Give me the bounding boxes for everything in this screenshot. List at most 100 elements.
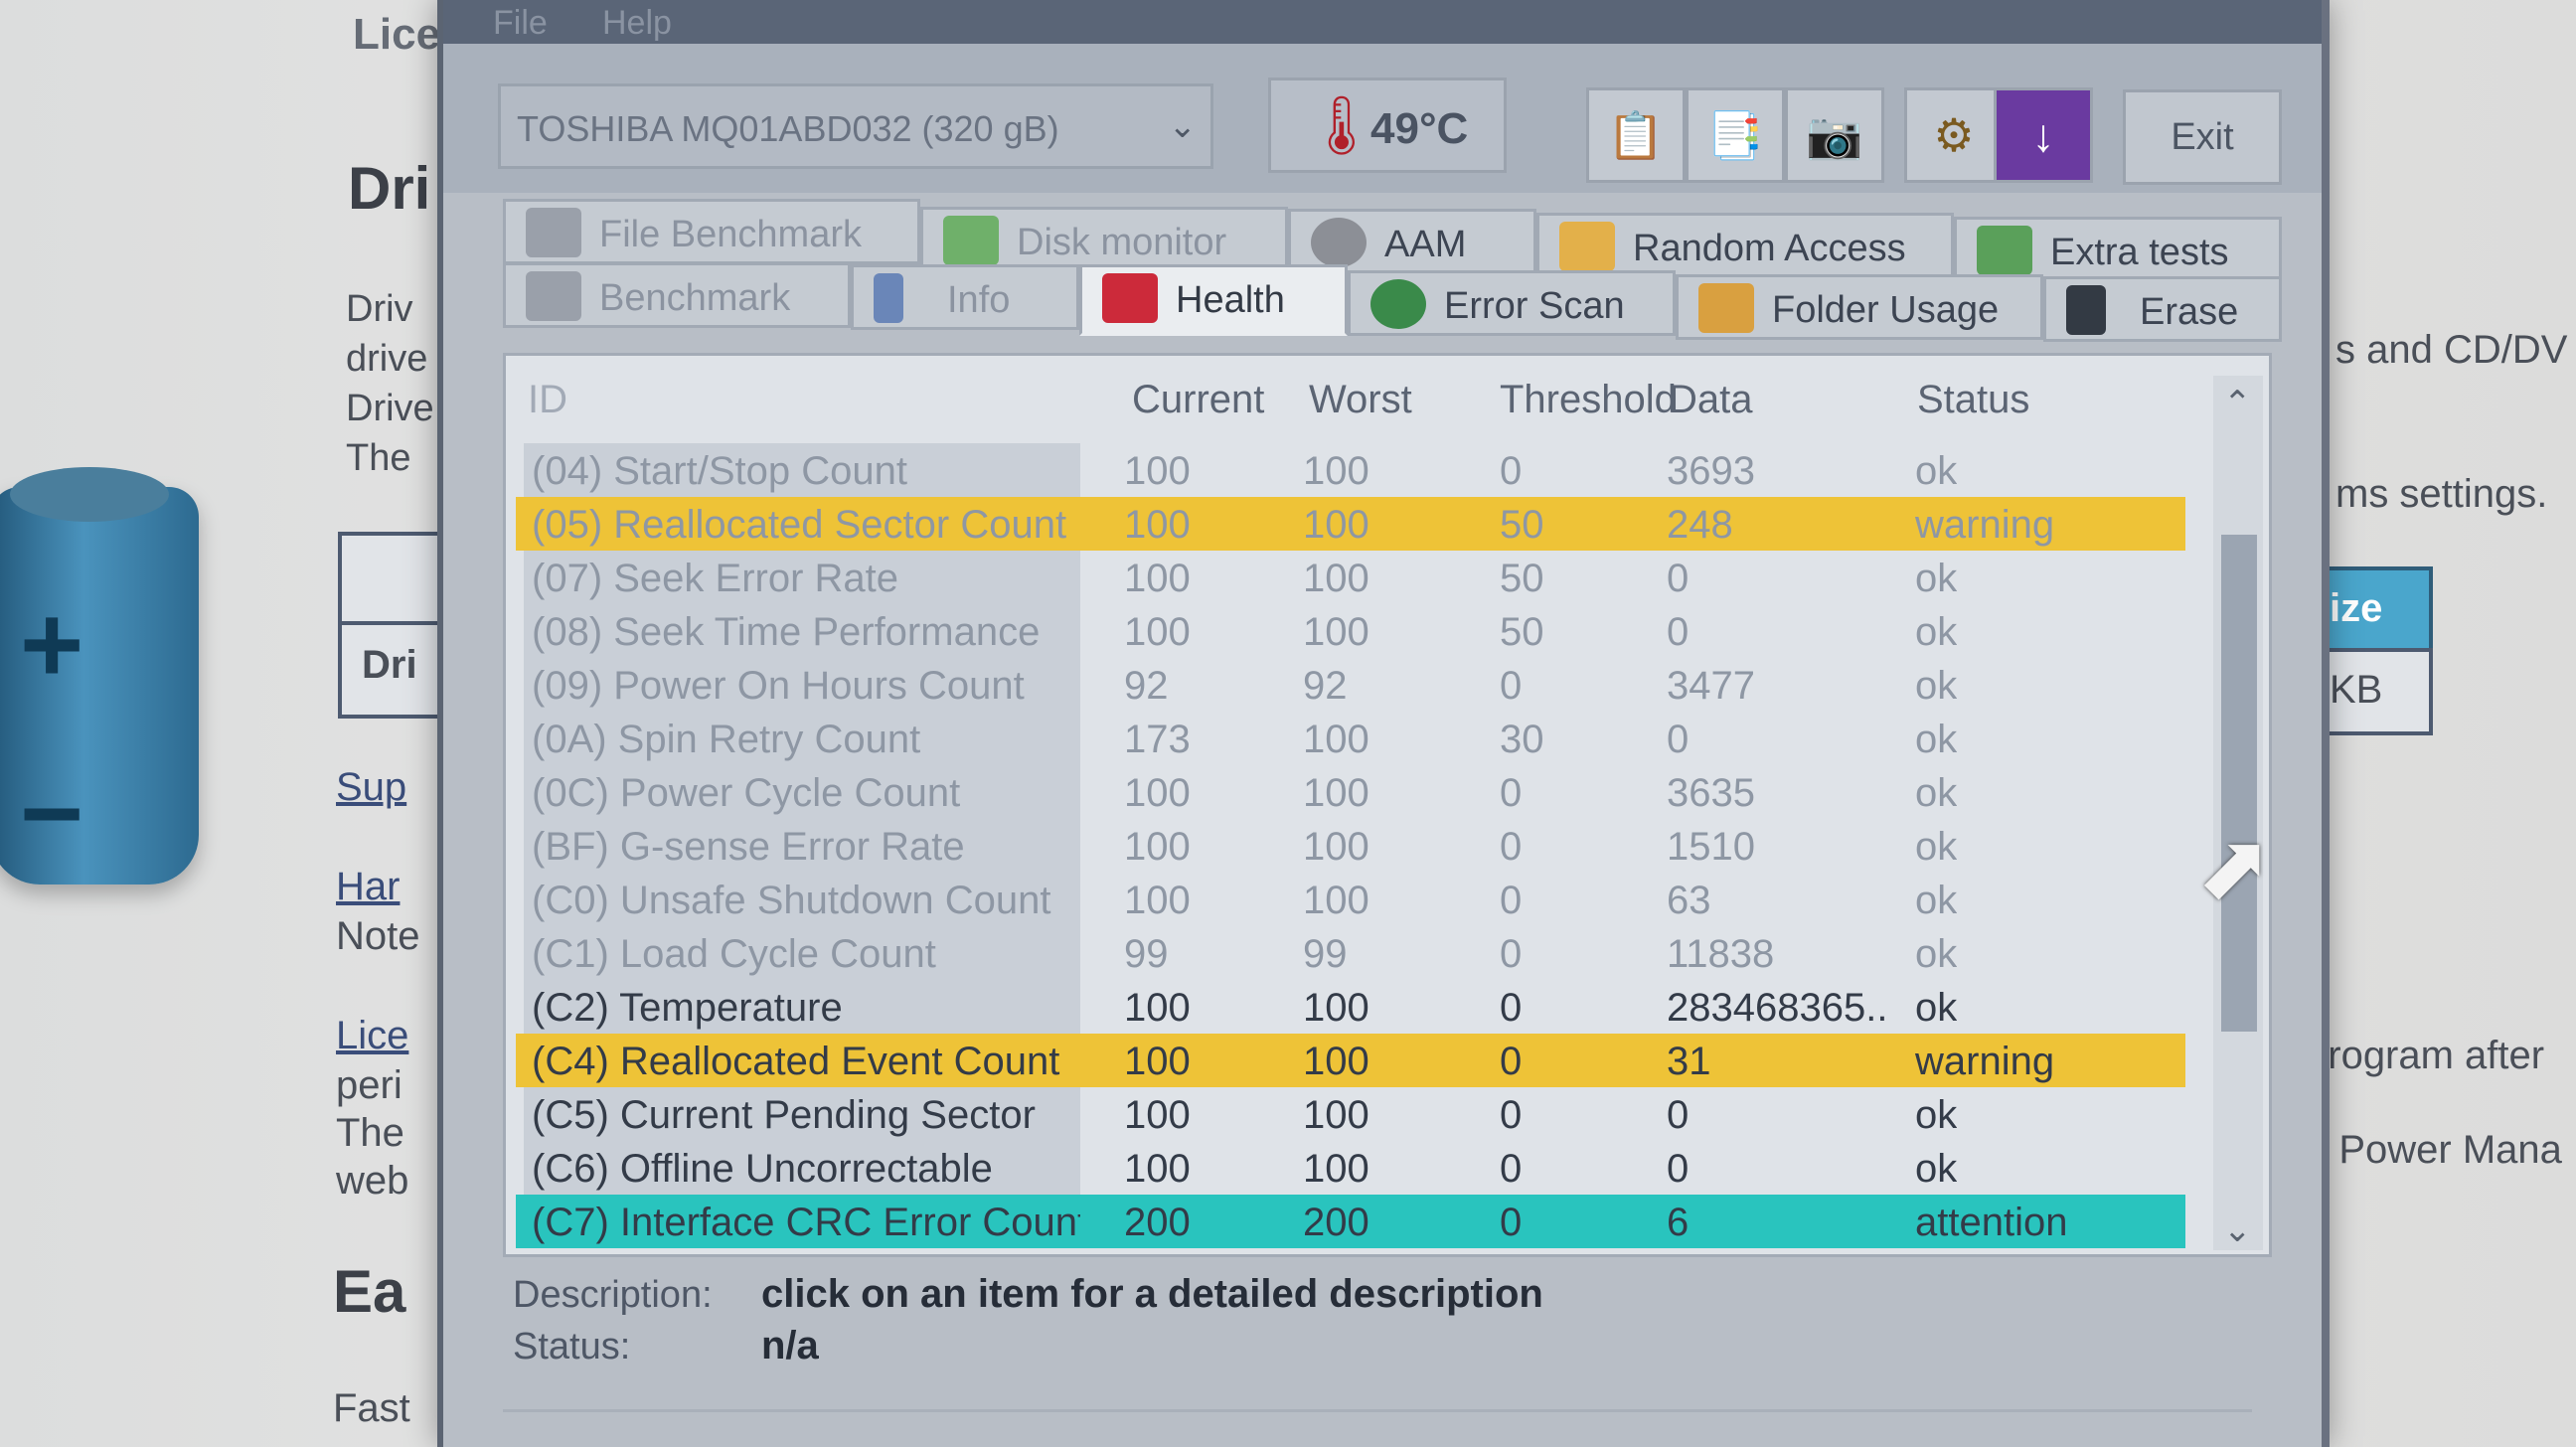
- cell-worst: 100: [1303, 986, 1369, 1030]
- chevron-up-icon[interactable]: ⌃: [2223, 384, 2252, 423]
- tab-label: Benchmark: [599, 277, 791, 319]
- speaker-icon: [1311, 218, 1367, 267]
- screenshot-button[interactable]: 📷: [1785, 87, 1884, 183]
- divider: [503, 1409, 2252, 1412]
- cell-data: 0: [1667, 610, 1690, 654]
- tab-disk-monitor[interactable]: Disk monitor: [920, 207, 1288, 272]
- exit-button[interactable]: Exit: [2123, 89, 2282, 185]
- tab-random-access[interactable]: Random Access: [1536, 213, 1954, 278]
- cell-current: 100: [1124, 1147, 1191, 1191]
- tab-erase[interactable]: Erase: [2043, 276, 2282, 342]
- cell-status: attention: [1915, 1201, 2068, 1244]
- chevron-down-icon[interactable]: ⌄: [2223, 1210, 2252, 1250]
- tab-label: Erase: [2140, 291, 2239, 333]
- tab-folder-usage[interactable]: Folder Usage: [1676, 274, 2043, 340]
- table-row[interactable]: (08) Seek Time Performance 100 100 50 0 ok: [516, 604, 2185, 658]
- scrollbar-thumb[interactable]: [2221, 535, 2257, 1032]
- col-header-current[interactable]: Current: [1132, 378, 1264, 422]
- cell-threshold: 0: [1500, 664, 1523, 708]
- col-header-threshold[interactable]: Threshold: [1500, 378, 1677, 422]
- copy-info-button[interactable]: 📑: [1686, 87, 1785, 183]
- table-row[interactable]: (BF) G-sense Error Rate 100 100 0 1510 ok: [516, 819, 2185, 873]
- bg-link[interactable]: Sup: [336, 765, 406, 810]
- tab-file-benchmark[interactable]: File Benchmark: [503, 199, 920, 264]
- cell-current: 100: [1124, 879, 1191, 922]
- table-row[interactable]: (04) Start/Stop Count 100 100 0 3693 ok: [516, 443, 2185, 497]
- col-header-data[interactable]: Data: [1669, 378, 1753, 422]
- tab-label: File Benchmark: [599, 214, 862, 255]
- vertical-scrollbar[interactable]: ⌃ ⌄: [2213, 376, 2263, 1250]
- cell-worst: 100: [1303, 1147, 1369, 1191]
- cell-data: 0: [1667, 557, 1690, 600]
- table-row[interactable]: (C2) Temperature 100 100 0 283468365... ok: [516, 980, 2185, 1034]
- status-value: n/a: [761, 1324, 819, 1367]
- cell-data: 1510: [1667, 825, 1755, 869]
- cell-id: (0C) Power Cycle Count: [524, 765, 1080, 819]
- bg-link[interactable]: Lice: [336, 1014, 408, 1058]
- cell-threshold: 0: [1500, 932, 1523, 976]
- cell-id: (05) Reallocated Sector Count: [524, 497, 1080, 551]
- bg-text: KB: [2330, 668, 2383, 712]
- cell-id: (04) Start/Stop Count: [524, 443, 1080, 497]
- cell-worst: 92: [1303, 664, 1348, 708]
- smart-health-table: ID Current Worst Threshold Data Status (…: [503, 353, 2272, 1257]
- cell-id: (C0) Unsafe Shutdown Count: [524, 873, 1080, 926]
- cell-worst: 100: [1303, 825, 1369, 869]
- table-row[interactable]: (C6) Offline Uncorrectable 100 100 0 0 ok: [516, 1141, 2185, 1195]
- cell-worst: 100: [1303, 1040, 1369, 1083]
- cell-current: 100: [1124, 986, 1191, 1030]
- menu-help[interactable]: Help: [602, 4, 672, 43]
- bg-link[interactable]: Har: [336, 865, 400, 909]
- table-row[interactable]: (0A) Spin Retry Count 173 100 30 0 ok: [516, 712, 2185, 765]
- save-button[interactable]: ↓: [1994, 87, 2093, 183]
- cell-data: 0: [1667, 718, 1690, 761]
- table-row[interactable]: (C7) Interface CRC Error Count 200 200 0 6 at…: [516, 1195, 2185, 1248]
- cell-status: ok: [1915, 449, 1958, 493]
- tab-error-scan[interactable]: Error Scan: [1348, 270, 1676, 336]
- bg-text: Dri: [362, 643, 417, 687]
- tab-extra-tests[interactable]: Extra tests: [1954, 217, 2282, 282]
- cell-worst: 200: [1303, 1201, 1369, 1244]
- settings-button[interactable]: ⚙: [1904, 87, 2004, 183]
- cell-status: ok: [1915, 879, 1958, 922]
- cell-id: (C6) Offline Uncorrectable: [524, 1141, 1080, 1195]
- cell-status: ok: [1915, 825, 1958, 869]
- table-row[interactable]: (09) Power On Hours Count 92 92 0 3477 ok: [516, 658, 2185, 712]
- drive-select[interactable]: TOSHIBA MQ01ABD032 (320 gB) ⌄: [498, 83, 1213, 169]
- cell-threshold: 0: [1500, 1040, 1523, 1083]
- copy-text-button[interactable]: 📋: [1586, 87, 1686, 183]
- cell-current: 92: [1124, 664, 1169, 708]
- bg-text: Note: [336, 914, 420, 958]
- table-row[interactable]: (C4) Reallocated Event Count 100 100 0 31 war…: [516, 1034, 2185, 1087]
- tab-label: Health: [1176, 279, 1285, 321]
- table-row[interactable]: (C5) Current Pending Sector 100 100 0 0 ok: [516, 1087, 2185, 1141]
- table-header: ID Current Worst Threshold Data Status: [506, 356, 2185, 443]
- cell-worst: 100: [1303, 718, 1369, 761]
- description-panel: Description: click on an item for a deta…: [503, 1260, 2272, 1419]
- col-header-id[interactable]: ID: [528, 378, 567, 422]
- table-row[interactable]: (0C) Power Cycle Count 100 100 0 3635 ok: [516, 765, 2185, 819]
- table-row[interactable]: (C1) Load Cycle Count 99 99 0 11838 ok: [516, 926, 2185, 980]
- tab-info[interactable]: Info: [851, 264, 1079, 330]
- tab-health[interactable]: Health: [1079, 264, 1348, 336]
- cell-worst: 100: [1303, 503, 1369, 547]
- cell-data: 31: [1667, 1040, 1711, 1083]
- cell-threshold: 0: [1500, 1201, 1523, 1244]
- settings-icon: ⚙: [1933, 109, 1975, 161]
- menu-file[interactable]: File: [493, 4, 548, 43]
- col-header-worst[interactable]: Worst: [1309, 378, 1412, 422]
- table-row[interactable]: (C0) Unsafe Shutdown Count 100 100 0 63 ok: [516, 873, 2185, 926]
- extra-tests-icon: [1977, 226, 2032, 275]
- table-row[interactable]: (05) Reallocated Sector Count 100 100 50 248…: [516, 497, 2185, 551]
- col-header-status[interactable]: Status: [1917, 378, 2029, 422]
- table-row[interactable]: (07) Seek Error Rate 100 100 50 0 ok: [516, 551, 2185, 604]
- tab-benchmark[interactable]: Benchmark: [503, 262, 851, 328]
- cell-id: (BF) G-sense Error Rate: [524, 819, 1080, 873]
- cell-id: (C5) Current Pending Sector: [524, 1087, 1080, 1141]
- cell-current: 200: [1124, 1201, 1191, 1244]
- cell-current: 173: [1124, 718, 1191, 761]
- magnifier-icon: [1370, 279, 1426, 329]
- bg-heading: Dri: [348, 155, 431, 222]
- cell-current: 100: [1124, 771, 1191, 815]
- bg-text: drive: [346, 338, 428, 380]
